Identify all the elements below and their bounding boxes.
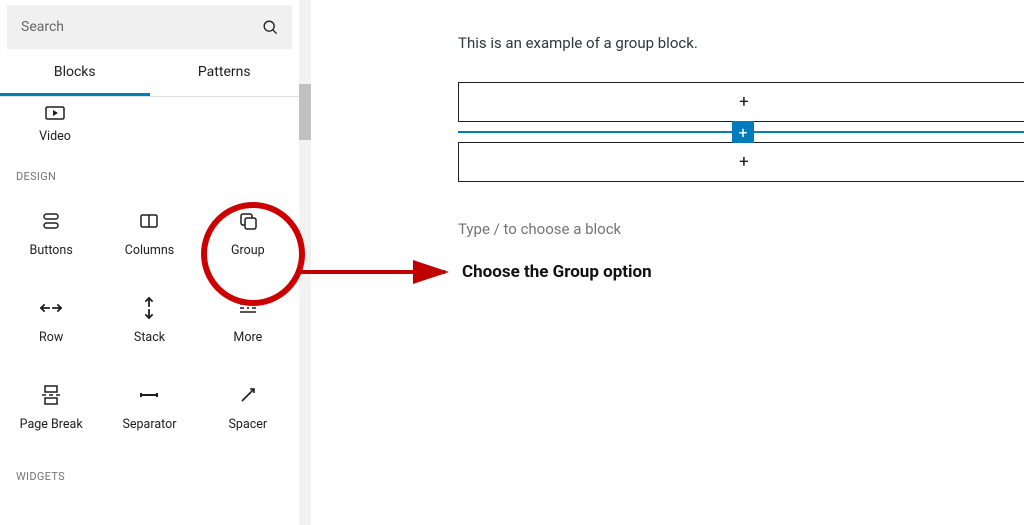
search-input[interactable] [7, 19, 248, 35]
block-buttons[interactable]: Buttons [2, 197, 100, 270]
block-appender-1[interactable]: + [458, 82, 1024, 122]
plus-icon: + [738, 123, 747, 142]
tab-patterns[interactable]: Patterns [150, 51, 300, 96]
block-label: More [233, 330, 262, 345]
more-icon [236, 296, 260, 320]
block-label: Spacer [229, 417, 268, 432]
block-label: Columns [125, 243, 175, 258]
columns-icon [137, 209, 161, 233]
search-icon [248, 17, 292, 37]
row-icon [39, 296, 63, 320]
block-more[interactable]: More [199, 284, 297, 357]
group-icon [236, 209, 260, 233]
category-widgets-heading: Widgets [0, 444, 299, 497]
separator-icon [137, 383, 161, 407]
editor-canvas[interactable]: This is an example of a group block. + +… [300, 0, 1024, 525]
block-label: Page Break [20, 417, 83, 432]
block-appender-2[interactable]: + [458, 142, 1024, 182]
block-page-break[interactable]: Page Break [2, 371, 100, 444]
tab-blocks[interactable]: Blocks [0, 51, 150, 96]
default-block-prompt[interactable]: Type / to choose a block [458, 220, 1024, 238]
paragraph-block[interactable]: This is an example of a group block. [458, 34, 1024, 52]
spacer-icon [236, 383, 260, 407]
block-label: Stack [134, 330, 165, 345]
insert-block-button[interactable]: + [732, 121, 754, 143]
stack-icon [140, 296, 158, 320]
plus-icon: + [739, 152, 749, 172]
block-spacer[interactable]: Spacer [199, 371, 297, 444]
video-icon [8, 101, 102, 129]
block-group[interactable]: Group [199, 197, 297, 270]
block-stack[interactable]: Stack [100, 284, 198, 357]
block-inserter-panel: Blocks Patterns Video Design [0, 0, 300, 525]
block-video[interactable]: Video [8, 101, 102, 144]
block-label: Separator [122, 417, 176, 432]
plus-icon: + [739, 92, 749, 112]
inserter-tabs: Blocks Patterns [0, 51, 299, 97]
page-break-icon [39, 383, 63, 407]
block-separator[interactable]: Separator [100, 371, 198, 444]
block-label: Row [39, 330, 63, 345]
block-row[interactable]: Row [2, 284, 100, 357]
block-search[interactable] [7, 5, 292, 49]
block-label: Video [39, 129, 71, 144]
block-insertion-point[interactable]: + [458, 130, 1024, 134]
block-label: Group [231, 243, 265, 258]
block-label: Buttons [30, 243, 73, 258]
buttons-icon [39, 209, 63, 233]
category-design-heading: Design [0, 144, 299, 197]
annotation-text: Choose the Group option [462, 262, 652, 282]
block-columns[interactable]: Columns [100, 197, 198, 270]
